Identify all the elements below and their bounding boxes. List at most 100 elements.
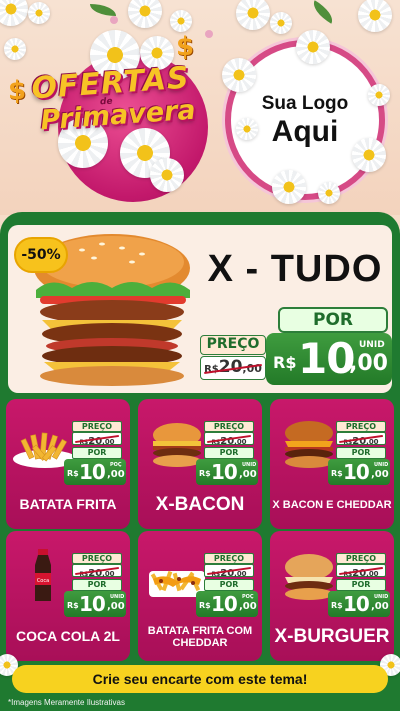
- new-price: R$10,00UNID: [328, 591, 390, 617]
- old-price-label: PREÇO: [200, 335, 266, 355]
- daisy-flower-icon: [236, 118, 258, 140]
- price-decimal: ,00: [239, 469, 257, 480]
- old-price: R$20,00: [336, 432, 386, 445]
- price-int: 10: [343, 460, 369, 484]
- product-name: BATATA FRITA COM CHEDDAR: [140, 619, 260, 655]
- price-unit: UNID: [359, 340, 385, 350]
- new-price-label: POR: [204, 447, 254, 459]
- old-price: R$20,00: [72, 564, 122, 577]
- daisy-flower-icon: [296, 30, 330, 64]
- old-price-label: PREÇO: [72, 421, 122, 432]
- old-price-decimal: ,00: [102, 570, 114, 578]
- new-price: R$10,00UNID: [328, 459, 390, 485]
- price-decimal: ,00: [239, 601, 257, 612]
- discount-badge: -50%: [14, 237, 68, 273]
- product-name: X BACON E CHEDDAR: [272, 487, 392, 523]
- daisy-flower-icon: [352, 138, 386, 172]
- price-int: 10: [343, 592, 369, 616]
- price-unit: POÇ: [242, 594, 254, 600]
- price-currency: R$: [199, 601, 211, 610]
- product-card[interactable]: PREÇOR$20,00PORR$10,00POÇBATATA FRITA CO…: [138, 531, 262, 661]
- price-currency: R$: [273, 353, 296, 372]
- old-price-decimal: ,00: [366, 570, 378, 578]
- old-price-label: PREÇO: [336, 421, 386, 432]
- price-decimal: ,00: [371, 469, 389, 480]
- new-price-label: POR: [72, 447, 122, 459]
- logo-text-line2: Aqui: [272, 115, 339, 148]
- old-price-label: PREÇO: [204, 421, 254, 432]
- old-price: R$20,00: [200, 356, 266, 380]
- old-price-decimal: ,00: [366, 438, 378, 446]
- daisy-flower-icon: [270, 12, 292, 34]
- daisy-flower-icon: [222, 58, 256, 92]
- product-name: BATATA FRITA: [8, 487, 128, 523]
- daisy-flower-icon: [272, 170, 306, 204]
- price-decimal: ,00: [349, 351, 388, 376]
- product-card[interactable]: CocaPREÇOR$20,00PORR$10,00UNIDCOCA COLA …: [6, 531, 130, 661]
- price-int: 10: [298, 334, 354, 383]
- featured-product-name: X - TUDO: [200, 248, 390, 291]
- old-price: R$20,00: [336, 564, 386, 577]
- price-int: 10: [79, 460, 105, 484]
- logo-text-line1: Sua Logo: [262, 93, 349, 115]
- daisy-flower-icon: [0, 0, 28, 26]
- price-unit: UNID: [374, 594, 388, 600]
- price-int: 10: [211, 592, 237, 616]
- old-price-decimal: ,00: [234, 570, 246, 578]
- price-currency: R$: [331, 469, 343, 478]
- daisy-flower-icon: [128, 0, 162, 28]
- product-name: X-BURGUER: [272, 619, 392, 655]
- price-decimal: ,00: [371, 601, 389, 612]
- petal-dot: [205, 30, 213, 38]
- product-card[interactable]: PREÇOR$20,00PORR$10,00UNIDX BACON E CHED…: [270, 399, 394, 529]
- daisy-flower-icon: [368, 84, 390, 106]
- price-int: 10: [211, 460, 237, 484]
- price-decimal: ,00: [107, 469, 125, 480]
- daisy-flower-icon: [170, 10, 192, 32]
- old-price: R$20,00: [204, 564, 254, 577]
- new-price-label: POR: [336, 579, 386, 591]
- new-price-label: POR: [278, 307, 388, 333]
- daisy-flower-icon: [150, 158, 184, 192]
- old-price-decimal: ,00: [102, 438, 114, 446]
- price-unit: UNID: [242, 462, 256, 468]
- price-unit: UNID: [110, 594, 124, 600]
- new-price: R$10,00POÇ: [64, 459, 126, 485]
- price-currency: R$: [199, 469, 211, 478]
- new-price: R$10,00UNID: [64, 591, 126, 617]
- new-price: R$10,00UNID: [196, 459, 258, 485]
- header-banner: $ $ OFERTAS de Primavera Sua Logo Aqui: [0, 0, 400, 215]
- price-currency: R$: [331, 601, 343, 610]
- old-price-label: PREÇO: [72, 553, 122, 564]
- old-price-label: PREÇO: [336, 553, 386, 564]
- new-price-label: POR: [72, 579, 122, 591]
- petal-dot: [110, 16, 118, 24]
- old-price: R$20,00: [204, 432, 254, 445]
- old-price-decimal: ,00: [234, 438, 246, 446]
- cta-banner[interactable]: Crie seu encarte com este tema!: [12, 665, 388, 693]
- svg-text:Coca: Coca: [37, 578, 49, 584]
- daisy-flower-icon: [358, 0, 392, 32]
- leaf-icon: [90, 4, 116, 16]
- new-price-label: POR: [204, 579, 254, 591]
- daisy-flower-icon: [318, 182, 340, 204]
- price-int: 10: [79, 592, 105, 616]
- old-price-label: PREÇO: [204, 553, 254, 564]
- product-card[interactable]: PREÇOR$20,00PORR$10,00UNIDX-BACON: [138, 399, 262, 529]
- price-unit: POÇ: [110, 462, 122, 468]
- daisy-flower-icon: [236, 0, 270, 30]
- price-currency: R$: [67, 601, 79, 610]
- product-name: COCA COLA 2L: [8, 619, 128, 655]
- product-name: X-BACON: [140, 487, 260, 523]
- price-currency: R$: [67, 469, 79, 478]
- product-card[interactable]: PREÇOR$20,00PORR$10,00POÇBATATA FRITA: [6, 399, 130, 529]
- new-price: R$10,00POÇ: [196, 591, 258, 617]
- new-price: R$ 10 ,00 UNID: [266, 333, 392, 385]
- price-decimal: ,00: [107, 601, 125, 612]
- new-price-label: POR: [336, 447, 386, 459]
- product-card[interactable]: PREÇOR$20,00PORR$10,00UNIDX-BURGUER: [270, 531, 394, 661]
- dollar-sign: $: [176, 32, 194, 62]
- price-unit: UNID: [374, 462, 388, 468]
- old-price: R$20,00: [72, 432, 122, 445]
- daisy-flower-icon: [28, 2, 50, 24]
